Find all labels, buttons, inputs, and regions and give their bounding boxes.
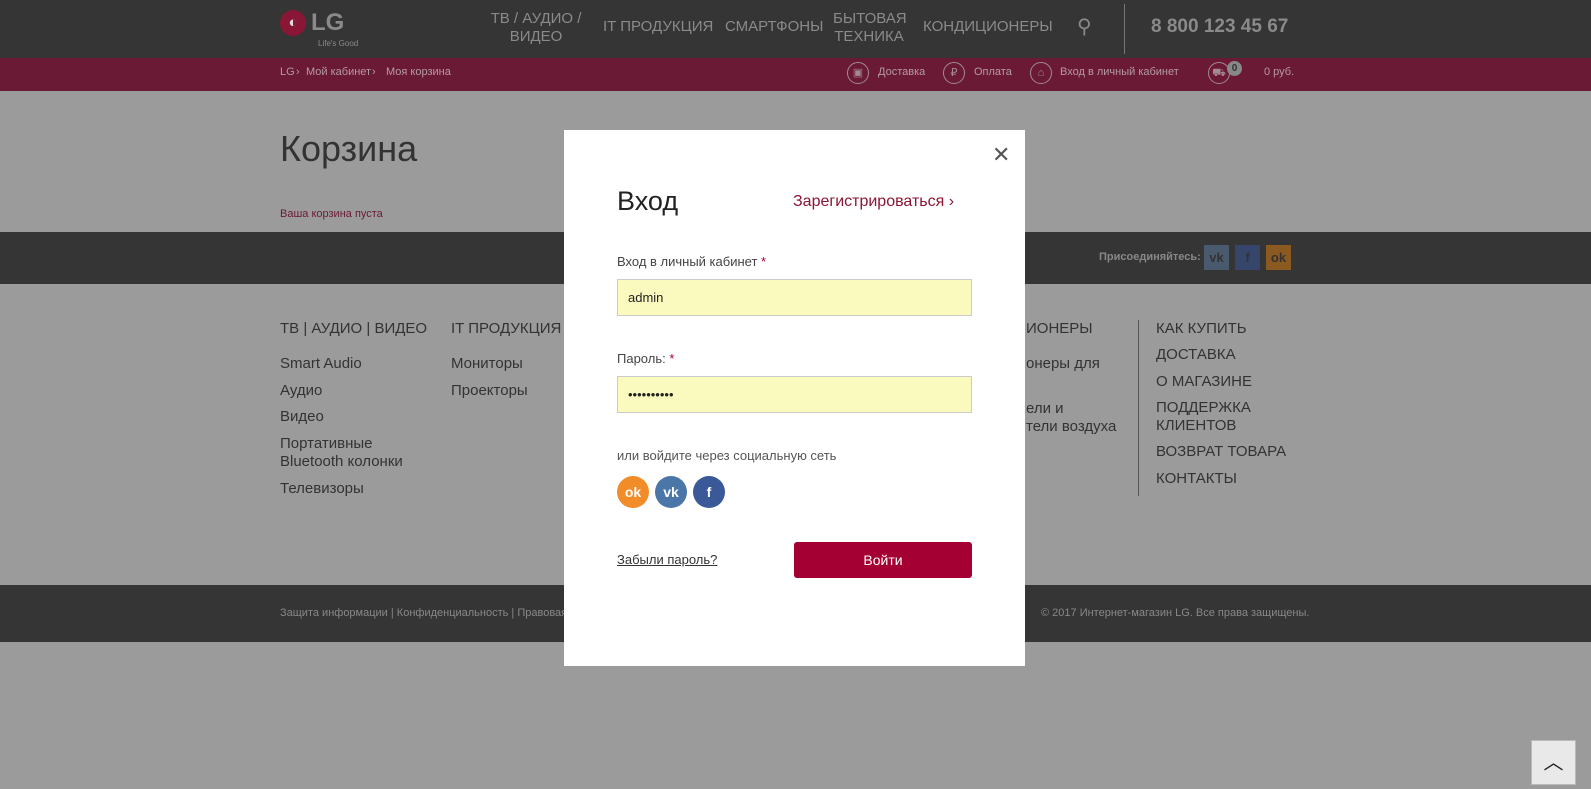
search-icon[interactable]: ⚲ [1077, 14, 1092, 39]
vk-icon[interactable]: vk [655, 476, 687, 508]
footer-link[interactable]: онеры для [1026, 355, 1100, 373]
delivery-link[interactable]: Доставка [878, 66, 925, 78]
footer-link[interactable]: Портативные Bluetooth колонки [280, 435, 420, 471]
scroll-to-top-button[interactable]: ︿ [1531, 740, 1576, 785]
modal-title: Вход [617, 186, 679, 216]
footer-link[interactable]: Smart Audio [280, 355, 362, 373]
join-label: Присоединяйтесь: [1099, 251, 1201, 263]
empty-cart-message: Ваша корзина пуста [280, 208, 383, 220]
login-button[interactable]: Войти [794, 542, 972, 578]
chevron-up-icon: ︿ [1543, 752, 1564, 774]
divider [1138, 320, 1139, 496]
phone-number[interactable]: 8 800 123 45 67 [1151, 16, 1288, 38]
footer-link-support[interactable]: ПОДДЕРЖКА КЛИЕНТОВ [1156, 399, 1266, 435]
footer-link[interactable]: Видео [280, 408, 324, 426]
footer-link[interactable]: Телевизоры [280, 480, 364, 498]
footer-link[interactable]: Мониторы [451, 355, 523, 373]
login-modal: ✕ Вход Зарегистрироваться › Вход в личны… [564, 130, 1025, 666]
footer-link-about[interactable]: О МАГАЗИНЕ [1156, 373, 1252, 390]
delivery-icon[interactable]: ▣ [847, 62, 869, 84]
divider [1124, 4, 1125, 54]
footer-col-title[interactable]: ТВ | АУДИО | ВИДЕО [280, 320, 427, 337]
breadcrumb-cabinet[interactable]: Мой кабинет [306, 66, 371, 78]
logo-text[interactable]: LG [311, 9, 344, 37]
password-label-text: Пароль: [617, 351, 666, 366]
register-label[interactable]: Зарегистрироваться [793, 193, 944, 210]
required-mark: * [761, 254, 767, 269]
odnoklassniki-icon[interactable]: ok [1266, 245, 1291, 270]
sub-bar [0, 58, 1591, 91]
user-icon[interactable]: ⌂ [1030, 62, 1052, 84]
login-input[interactable] [617, 279, 972, 316]
social-login-text: или войдите через социальную сеть [617, 448, 837, 463]
login-link[interactable]: Вход в личный кабинет [1060, 66, 1179, 78]
payment-link[interactable]: Оплата [974, 66, 1012, 78]
copyright: © 2017 Интернет-магазин LG. Все права за… [1041, 607, 1310, 619]
cart-total[interactable]: 0 руб. [1264, 66, 1294, 78]
login-label-text: Вход в личный кабинет [617, 254, 758, 269]
nav-appliances[interactable]: БЫТОВАЯ ТЕХНИКА [833, 10, 907, 46]
footer-link[interactable]: Аудио [280, 382, 322, 400]
chevron-right-icon: › [948, 193, 955, 210]
footer-link[interactable]: тели воздуха [1026, 418, 1116, 436]
nav-smartphones[interactable]: СМАРТФОНЫ [725, 18, 823, 36]
cart-count-badge: 0 [1227, 61, 1242, 76]
footer-legal-links[interactable]: Защита информации | Конфиденциальность |… [280, 607, 591, 619]
footer-link-contacts[interactable]: КОНТАКТЫ [1156, 470, 1237, 487]
breadcrumb-cart: Моя корзина [386, 66, 451, 78]
vk-icon[interactable]: vk [1204, 245, 1229, 270]
breadcrumb-sep: › [372, 66, 376, 78]
login-label: Вход в личный кабинет * [617, 254, 766, 269]
footer-link[interactable]: Проекторы [451, 382, 528, 400]
footer-link-how-to-buy[interactable]: КАК КУПИТЬ [1156, 320, 1247, 337]
breadcrumb-sep: › [296, 66, 300, 78]
odnoklassniki-icon[interactable]: ok [617, 476, 649, 508]
password-label: Пароль: * [617, 351, 674, 366]
page-title: Корзина [280, 128, 418, 169]
ruble-icon[interactable]: ₽ [943, 62, 965, 84]
nav-tv-audio-video[interactable]: ТВ / АУДИО / ВИДЕО [486, 10, 586, 46]
footer-link-delivery[interactable]: ДОСТАВКА [1156, 346, 1236, 363]
forgot-password-link[interactable]: Забыли пароль? [617, 552, 717, 567]
lg-logo-icon[interactable]: ◐ [280, 10, 306, 36]
breadcrumb-lg[interactable]: LG [280, 66, 295, 78]
close-icon[interactable]: ✕ [992, 142, 1010, 168]
footer-col-title[interactable]: IT ПРОДУКЦИЯ [451, 320, 561, 337]
nav-it[interactable]: IT ПРОДУКЦИЯ [603, 18, 713, 36]
required-mark: * [669, 351, 675, 366]
logo-tagline: Life's Good [318, 39, 359, 48]
facebook-icon[interactable]: f [1235, 245, 1260, 270]
footer-link-returns[interactable]: ВОЗВРАТ ТОВАРА [1156, 443, 1286, 460]
password-input[interactable] [617, 376, 972, 413]
footer-col-title[interactable]: ИОНЕРЫ [1026, 320, 1093, 337]
facebook-icon[interactable]: f [693, 476, 725, 508]
nav-conditioners[interactable]: КОНДИЦИОНЕРЫ [923, 18, 1053, 36]
footer-link[interactable]: ели и [1026, 400, 1064, 418]
register-link[interactable]: Зарегистрироваться › [793, 193, 954, 211]
